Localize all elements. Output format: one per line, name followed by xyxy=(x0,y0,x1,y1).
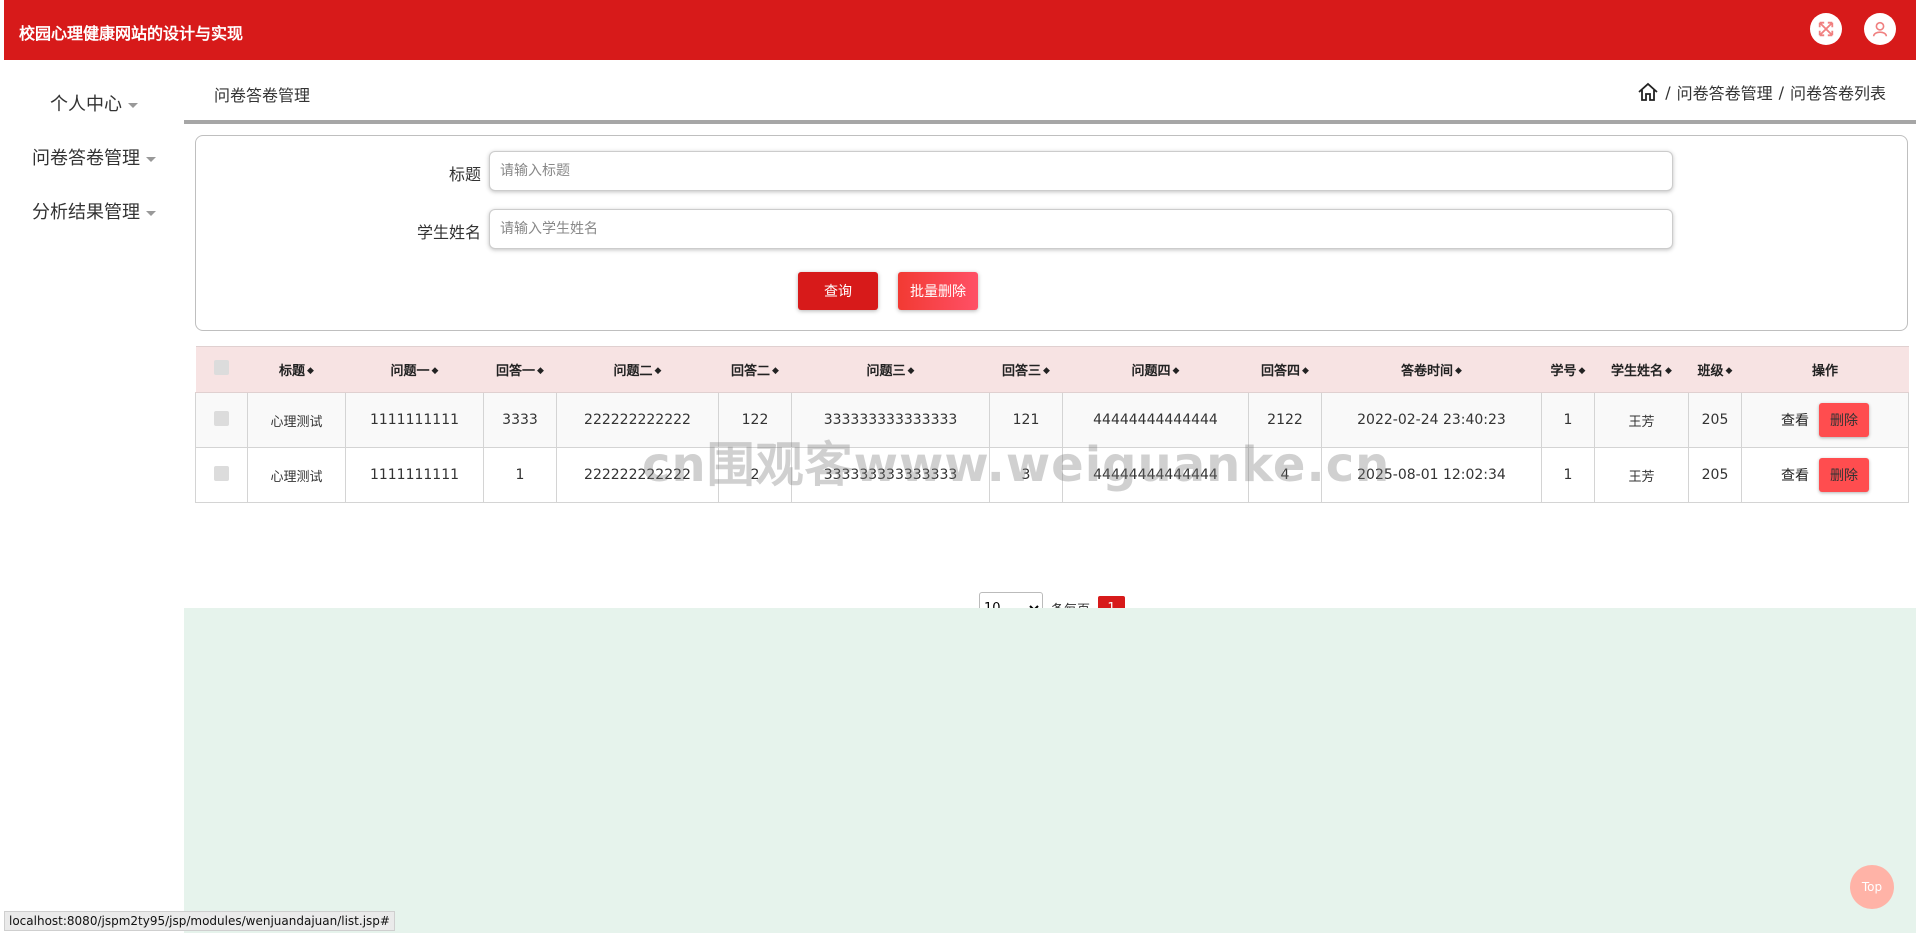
column-header[interactable]: 回答一 ◆ xyxy=(483,346,557,393)
user-icon[interactable] xyxy=(1864,13,1896,45)
sidebar: 个人中心 问卷答卷管理 分析结果管理 xyxy=(4,60,184,933)
sidebar-item-label: 分析结果管理 xyxy=(32,202,140,223)
view-button[interactable]: 查看 xyxy=(1781,465,1809,485)
breadcrumb-item: 问卷答卷列表 xyxy=(1789,84,1886,103)
sort-icon: ◆ xyxy=(1455,366,1462,376)
table-cell: 205 xyxy=(1688,392,1742,448)
app-frame: 校园心理健康网站的设计与实现 个人中心 问卷答卷管理 分析结果管理 问卷答卷管理… xyxy=(4,0,1916,933)
page-header: 问卷答卷管理 / 问卷答卷管理 / 问卷答卷列表 xyxy=(184,60,1916,124)
title-label: 标题 xyxy=(448,165,481,184)
delete-button[interactable]: 删除 xyxy=(1819,403,1869,437)
breadcrumb-item[interactable]: 问卷答卷管理 xyxy=(1677,80,1773,104)
top-bar: 校园心理健康网站的设计与实现 xyxy=(4,0,1916,60)
sort-icon: ◆ xyxy=(907,366,915,376)
sort-icon: ◆ xyxy=(654,366,662,376)
page-title: 问卷答卷管理 xyxy=(214,86,311,105)
select-all-checkbox[interactable] xyxy=(214,360,229,375)
table-cell: 1 xyxy=(1541,392,1595,448)
sidebar-item-personal-center[interactable]: 个人中心 xyxy=(4,90,184,116)
delete-button[interactable]: 删除 xyxy=(1819,458,1869,492)
caret-down-icon xyxy=(146,156,156,162)
column-header[interactable]: 学号 ◆ xyxy=(1541,346,1595,393)
actions-cell: 查看 删除 xyxy=(1741,392,1909,448)
sort-icon: ◆ xyxy=(307,366,314,376)
caret-down-icon xyxy=(146,210,156,216)
sort-icon: ◆ xyxy=(1043,366,1050,376)
column-header[interactable]: 班级 ◆ xyxy=(1688,346,1742,393)
actions-cell: 查看 删除 xyxy=(1741,447,1909,503)
column-header[interactable]: 回答二 ◆ xyxy=(718,346,792,393)
status-bar-url: localhost:8080/jspm2ty95/jsp/modules/wen… xyxy=(4,911,395,931)
column-header[interactable]: 学生姓名 ◆ xyxy=(1594,346,1689,393)
home-icon[interactable] xyxy=(1637,82,1659,102)
column-header[interactable]: 回答四 ◆ xyxy=(1248,346,1322,393)
sort-icon: ◆ xyxy=(772,366,779,376)
breadcrumb: / 问卷答卷管理 / 问卷答卷列表 xyxy=(1637,80,1886,104)
sort-icon: ◆ xyxy=(1578,366,1586,376)
column-header[interactable]: 问题四 ◆ xyxy=(1062,346,1249,393)
footer-area xyxy=(184,608,1916,933)
table-cell: 1 xyxy=(1541,447,1595,503)
column-header[interactable]: 问题三 ◆ xyxy=(791,346,990,393)
sort-icon: ◆ xyxy=(1725,366,1733,376)
column-header[interactable]: 问题一 ◆ xyxy=(345,346,484,393)
expand-icon[interactable] xyxy=(1810,13,1842,45)
table-cell: 王芳 xyxy=(1594,392,1689,448)
main-content: 问卷答卷管理 / 问卷答卷管理 / 问卷答卷列表 标题 学生姓名 查询 批量删除 xyxy=(184,60,1916,933)
row-select-cell xyxy=(195,392,248,448)
sort-icon: ◆ xyxy=(1172,366,1180,376)
sidebar-item-label: 个人中心 xyxy=(50,94,122,115)
sort-icon: ◆ xyxy=(1302,366,1309,376)
table-cell: 3333 xyxy=(483,392,557,448)
student-name-input[interactable] xyxy=(489,209,1673,249)
column-header[interactable]: 标题 ◆ xyxy=(247,346,346,393)
row-checkbox[interactable] xyxy=(214,465,229,481)
sort-icon: ◆ xyxy=(1665,366,1672,376)
sort-icon: ◆ xyxy=(431,366,439,376)
row-select-cell xyxy=(195,447,248,503)
column-header[interactable]: 问题二 ◆ xyxy=(556,346,719,393)
sidebar-item-label: 问卷答卷管理 xyxy=(32,148,140,169)
watermark: cn围观客www.weiguanke.cn xyxy=(642,437,1391,493)
view-button[interactable]: 查看 xyxy=(1781,410,1809,430)
table-cell: 心理测试 xyxy=(247,447,346,503)
app-title: 校园心理健康网站的设计与实现 xyxy=(19,24,244,43)
table-cell: 1111111111 xyxy=(345,447,484,503)
row-checkbox[interactable] xyxy=(214,410,229,426)
student-name-label: 学生姓名 xyxy=(416,223,481,242)
title-input[interactable] xyxy=(489,151,1673,191)
table-cell: 心理测试 xyxy=(247,392,346,448)
search-panel: 标题 学生姓名 查询 批量删除 xyxy=(195,135,1908,331)
table-cell: 1 xyxy=(483,447,557,503)
column-header[interactable]: 答卷时间 ◆ xyxy=(1321,346,1542,393)
sidebar-item-questionnaire[interactable]: 问卷答卷管理 xyxy=(4,144,184,170)
column-header: 操作 xyxy=(1741,346,1909,393)
table-header-row: 标题 ◆ 问题一 ◆ 回答一 ◆ 问题二 ◆ 回答二 ◆ 问题三 ◆ 回答三 ◆ 问题四 ◆ 回… xyxy=(195,346,1909,393)
select-all-cell xyxy=(195,346,248,393)
table-cell: 1111111111 xyxy=(345,392,484,448)
batch-delete-button[interactable]: 批量删除 xyxy=(898,272,978,310)
table-cell: 王芳 xyxy=(1594,447,1689,503)
caret-down-icon xyxy=(128,102,138,108)
back-to-top-button[interactable]: Top xyxy=(1850,865,1894,909)
column-header[interactable]: 回答三 ◆ xyxy=(989,346,1063,393)
table-cell: 205 xyxy=(1688,447,1742,503)
sort-icon: ◆ xyxy=(537,366,544,376)
sidebar-item-analysis[interactable]: 分析结果管理 xyxy=(4,198,184,224)
query-button[interactable]: 查询 xyxy=(798,272,878,310)
